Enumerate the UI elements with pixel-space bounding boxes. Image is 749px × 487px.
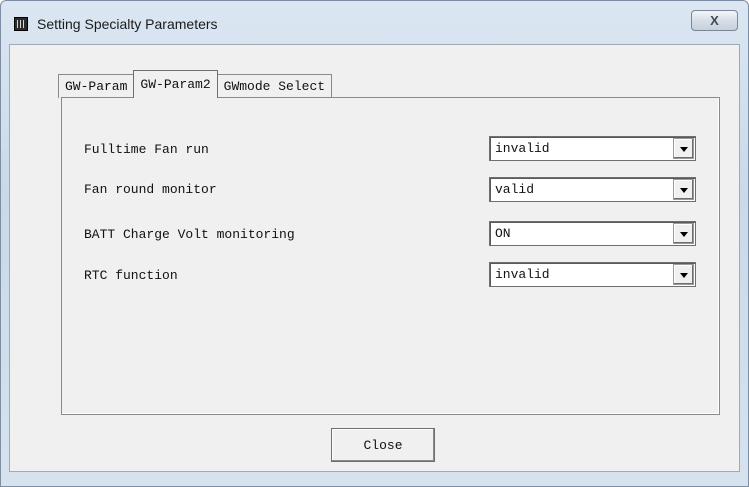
batt-charge-volt-monitoring-value: ON xyxy=(495,226,511,241)
batt-charge-volt-monitoring-select[interactable]: ON xyxy=(489,221,696,246)
fulltime-fan-run-select[interactable]: invalid xyxy=(489,136,696,161)
fulltime-fan-run-label: Fulltime Fan run xyxy=(84,142,209,157)
tab-gwmode-select[interactable]: GWmode Select xyxy=(216,74,333,98)
tab-gw-param[interactable]: GW-Param xyxy=(58,74,135,98)
chevron-down-icon[interactable] xyxy=(673,179,694,200)
rtc-function-value: invalid xyxy=(495,267,550,282)
close-button[interactable]: Close xyxy=(331,428,435,462)
chevron-down-icon[interactable] xyxy=(673,138,694,159)
tab-gw-param2[interactable]: GW-Param2 xyxy=(133,70,218,98)
tab-strip: GW-Param GW-Param2 GWmode Select xyxy=(58,70,333,98)
rtc-function-select[interactable]: invalid xyxy=(489,262,696,287)
title-bar[interactable]: Setting Specialty Parameters X xyxy=(1,1,748,45)
window-title: Setting Specialty Parameters xyxy=(37,16,218,32)
fan-round-monitor-select[interactable]: valid xyxy=(489,177,696,202)
chevron-down-icon[interactable] xyxy=(673,223,694,244)
fan-round-monitor-label: Fan round monitor xyxy=(84,182,217,197)
close-icon: X xyxy=(710,13,719,28)
app-icon xyxy=(14,17,28,31)
window-close-button[interactable]: X xyxy=(691,10,738,31)
rtc-function-label: RTC function xyxy=(84,268,178,283)
chevron-down-icon[interactable] xyxy=(673,264,694,285)
fulltime-fan-run-value: invalid xyxy=(495,141,550,156)
batt-charge-volt-monitoring-label: BATT Charge Volt monitoring xyxy=(84,227,295,242)
fan-round-monitor-value: valid xyxy=(495,182,535,197)
